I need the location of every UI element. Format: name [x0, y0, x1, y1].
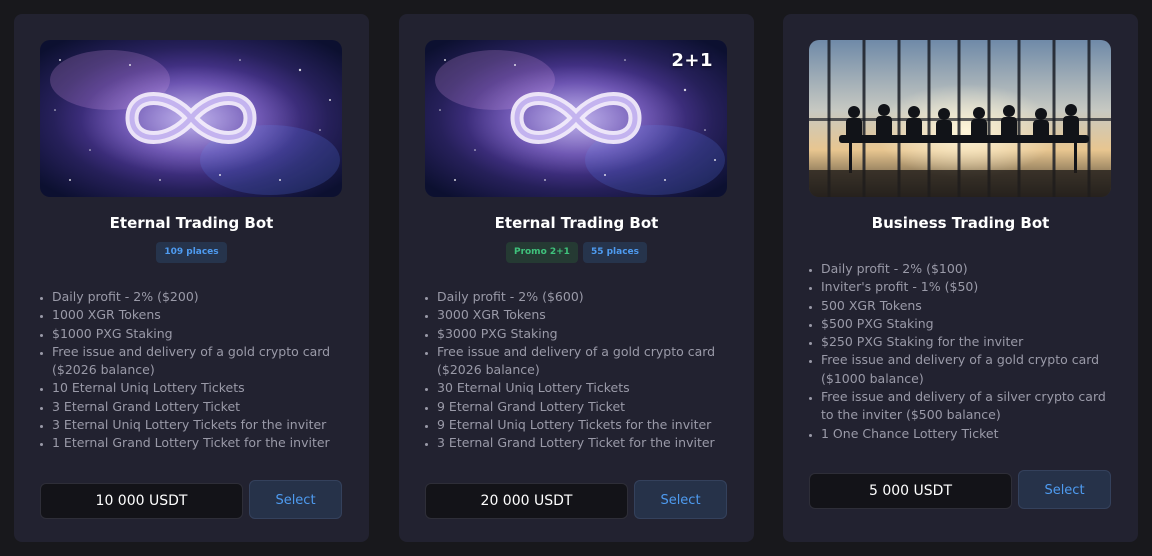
feature-item: 10 Eternal Uniq Lottery Tickets — [52, 379, 349, 397]
feature-item: 1000 XGR Tokens — [52, 306, 349, 324]
feature-item: Inviter's profit - 1% ($50) — [821, 278, 1118, 296]
price-display: 20 000 USDT — [425, 483, 628, 519]
plan-card-eternal-10000: Eternal Trading Bot 109 places Daily pro… — [14, 14, 369, 542]
plan-card-business-5000: Business Trading Bot Daily profit - 2% (… — [783, 14, 1138, 542]
feature-item: 9 Eternal Uniq Lottery Tickets for the i… — [437, 416, 734, 434]
feature-list: Daily profit - 2% ($200) 1000 XGR Tokens… — [36, 288, 349, 453]
select-button[interactable]: Select — [634, 480, 727, 519]
feature-item: 3 Eternal Grand Lottery Ticket — [52, 398, 349, 416]
card-title: Business Trading Bot — [871, 214, 1050, 232]
feature-item: 3 Eternal Grand Lottery Ticket for the i… — [437, 434, 734, 452]
feature-list: Daily profit - 2% ($100) Inviter's profi… — [805, 260, 1118, 443]
feature-item: 3000 XGR Tokens — [437, 306, 734, 324]
feature-item: $1000 PXG Staking — [52, 325, 349, 343]
places-badge: 109 places — [156, 242, 227, 263]
feature-item: Free issue and delivery of a gold crypto… — [437, 343, 734, 380]
business-meeting-image — [809, 40, 1111, 197]
feature-item: 1 One Chance Lottery Ticket — [821, 425, 1118, 443]
feature-item: Daily profit - 2% ($100) — [821, 260, 1118, 278]
infinity-galaxy-image: 2+1 — [425, 40, 727, 197]
feature-item: 500 XGR Tokens — [821, 297, 1118, 315]
feature-item: Daily profit - 2% ($600) — [437, 288, 734, 306]
select-button[interactable]: Select — [249, 480, 342, 519]
plan-card-eternal-20000: 2+1 Eternal Trading Bot Promo 2+1 55 pla… — [399, 14, 754, 542]
feature-item: 9 Eternal Grand Lottery Ticket — [437, 398, 734, 416]
infinity-galaxy-image — [40, 40, 342, 197]
places-badge: 55 places — [582, 242, 648, 263]
promo-badge: Promo 2+1 — [505, 242, 578, 263]
feature-item: Free issue and delivery of a silver cryp… — [821, 388, 1118, 425]
feature-item: $250 PXG Staking for the inviter — [821, 333, 1118, 351]
feature-item: $3000 PXG Staking — [437, 325, 734, 343]
feature-item: 1 Eternal Grand Lottery Ticket for the i… — [52, 434, 349, 452]
feature-item: Free issue and delivery of a gold crypto… — [821, 351, 1118, 388]
feature-item: Free issue and delivery of a gold crypto… — [52, 343, 349, 380]
feature-item: 30 Eternal Uniq Lottery Tickets — [437, 379, 734, 397]
badge-group: Promo 2+1 55 places — [399, 242, 754, 263]
badge-group: 109 places — [14, 242, 369, 263]
card-title: Eternal Trading Bot — [494, 214, 659, 232]
feature-item: 3 Eternal Uniq Lottery Tickets for the i… — [52, 416, 349, 434]
price-display: 5 000 USDT — [809, 473, 1012, 509]
feature-list: Daily profit - 2% ($600) 3000 XGR Tokens… — [421, 288, 734, 453]
plan-cards: Eternal Trading Bot 109 places Daily pro… — [0, 0, 1152, 556]
feature-item: Daily profit - 2% ($200) — [52, 288, 349, 306]
select-button[interactable]: Select — [1018, 470, 1111, 509]
feature-item: $500 PXG Staking — [821, 315, 1118, 333]
card-title: Eternal Trading Bot — [109, 214, 274, 232]
promo-overlay-label: 2+1 — [671, 50, 713, 71]
price-display: 10 000 USDT — [40, 483, 243, 519]
